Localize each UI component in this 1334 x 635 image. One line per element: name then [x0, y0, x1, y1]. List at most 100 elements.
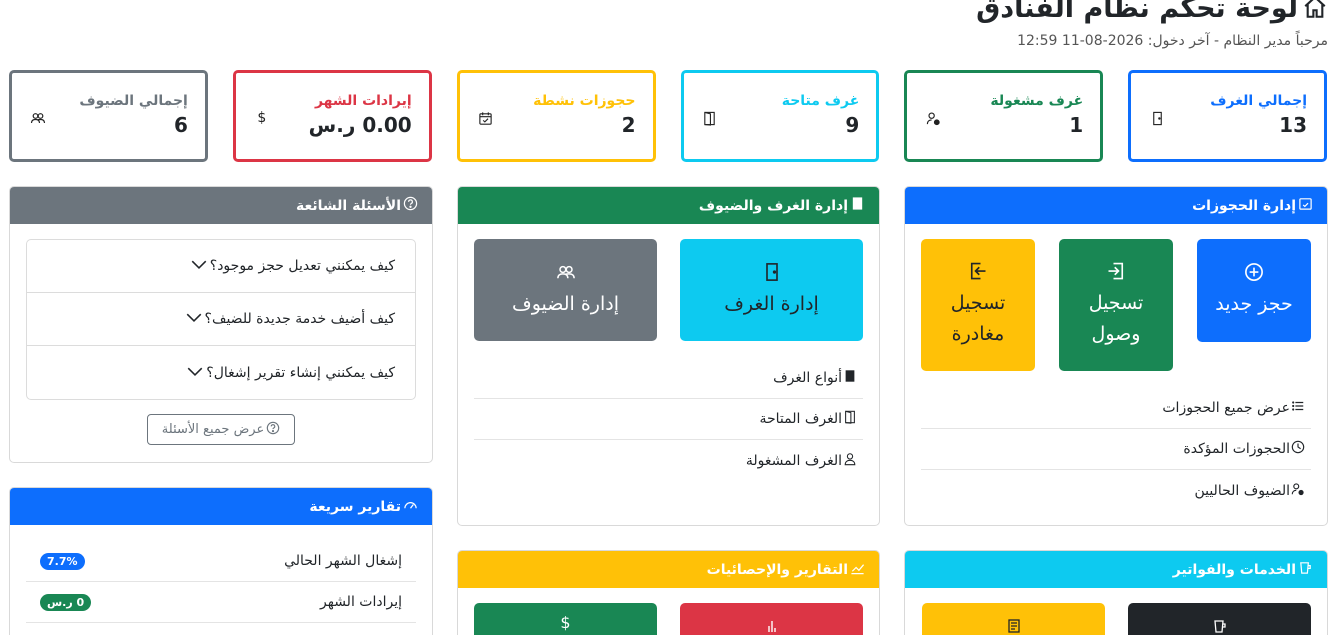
link-label: أنواع الغرف [773, 370, 842, 386]
link-label: الحجوزات المؤكدة [1183, 441, 1290, 457]
report-label: إيرادات الشهر [320, 594, 402, 610]
link-room-types[interactable]: أنواع الغرف [474, 358, 863, 399]
view-all-faq-button[interactable]: عرض جميع الأسئلة [147, 414, 295, 445]
check-out-button[interactable]: تسجيل مغادرة [921, 239, 1035, 371]
stat-value: 0.00 ر.س [308, 113, 412, 137]
house-icon [1300, 0, 1328, 22]
bookings-card-header: إدارة الحجوزات [905, 187, 1327, 224]
card-title: إدارة الغرف والضيوف [698, 197, 848, 214]
door-closed-icon [1148, 109, 1166, 127]
services-card-header: الخدمات والفواتير [905, 551, 1327, 588]
cup-icon [1298, 560, 1313, 579]
status-badge: 0 ر.س [40, 593, 92, 611]
stat-card-active-bookings[interactable]: حجوزات نشطة 2 [456, 70, 656, 162]
card-title: الأسئلة الشائعة [296, 197, 401, 214]
door-open-icon [843, 410, 857, 428]
plus-circle-icon [1243, 261, 1265, 283]
stat-label: غرف متاحة [781, 93, 860, 109]
stat-card-occupied-rooms[interactable]: غرف مشغولة 1 [904, 70, 1104, 162]
welcome-subtitle: مرحباً مدير النظام - آخر دخول: 2026-08-1… [1017, 33, 1328, 49]
manage-rooms-button[interactable]: إدارة الغرف [680, 239, 863, 341]
faq-item[interactable]: كيف يمكنني إنشاء تقرير إشغال؟ [27, 346, 415, 399]
report-row-revenue: إيرادات الشهر 0 ر.س [26, 582, 416, 623]
link-label: الضيوف الحاليين [1194, 482, 1290, 499]
quick-reports-card: تقارير سريعة إشغال الشهر الحالي 7.7% إير… [9, 487, 433, 635]
new-booking-button[interactable]: حجز جديد [1197, 239, 1311, 342]
stat-value: 9 [845, 113, 860, 137]
stat-card-monthly-revenue[interactable]: إيرادات الشهر 0.00 ر.س $ [232, 70, 432, 162]
link-confirmed-bookings[interactable]: الحجوزات المؤكدة [921, 429, 1311, 470]
graph-up-icon [850, 560, 865, 579]
faq-question: كيف يمكنني إنشاء تقرير إشغال؟ [206, 364, 395, 381]
faq-card: الأسئلة الشائعة كيف يمكنني تعديل حجز موج… [9, 186, 433, 463]
stat-label: غرف مشغولة [990, 93, 1084, 109]
bookings-card: إدارة الحجوزات حجز جديد تسجيل وصول تسجيل… [904, 186, 1328, 526]
link-all-bookings[interactable]: عرض جميع الحجوزات [921, 388, 1311, 429]
calendar-check-icon [1298, 196, 1313, 215]
stat-label: إيرادات الشهر [314, 93, 412, 109]
stat-card-total-guests[interactable]: إجمالي الضيوف 6 [9, 70, 208, 162]
faq-item[interactable]: كيف يمكنني تعديل حجز موجود؟ [27, 240, 415, 293]
list-icon [1291, 399, 1305, 417]
reports-stats-card: التقارير والإحصائيات $ [457, 550, 880, 635]
stats-row: إجمالي الغرف 13 غرف مشغولة 1 غرف متاحة 9… [9, 70, 1327, 162]
stat-value: 13 [1279, 113, 1307, 137]
box-arrow-out-icon [967, 260, 989, 282]
page-header: لوحة تحكم نظام الفنادق [0, 0, 1328, 28]
question-circle-icon [403, 196, 418, 215]
receipt-icon [1006, 613, 1022, 635]
bookings-links: عرض جميع الحجوزات الحجوزات المؤكدة الضيو… [921, 388, 1311, 511]
people-icon [29, 109, 47, 127]
faq-item[interactable]: كيف أضيف خدمة جديدة للضيف؟ [27, 293, 415, 346]
stat-value: 6 [173, 113, 188, 137]
stat-card-available-rooms[interactable]: غرف متاحة 9 [680, 70, 880, 162]
reports-tile-green[interactable]: $ [474, 603, 657, 635]
faq-accordion: كيف يمكنني تعديل حجز موجود؟ كيف أضيف خدم… [26, 239, 416, 400]
page-title: لوحة تحكم نظام الفنادق [0, 0, 1328, 28]
stat-label: حجوزات نشطة [533, 93, 636, 109]
status-badge: 7.7% [40, 552, 85, 570]
chevron-down-icon [186, 362, 204, 384]
report-row-partial [26, 623, 416, 635]
tile-label: تسجيل وصول [1088, 292, 1144, 345]
tile-label: حجز جديد [1215, 293, 1293, 315]
manage-guests-button[interactable]: إدارة الضيوف [474, 239, 657, 341]
box-arrow-in-icon [1105, 260, 1127, 282]
clock-icon [1291, 440, 1305, 458]
stat-value: 2 [621, 113, 636, 137]
services-tile-dark[interactable] [1128, 603, 1311, 635]
stat-card-total-rooms[interactable]: إجمالي الغرف 13 [1128, 70, 1327, 162]
link-label: الغرف المتاحة [759, 411, 843, 427]
card-title: تقارير سريعة [309, 498, 401, 515]
chevron-down-icon [190, 255, 208, 277]
stat-value: 1 [1069, 113, 1084, 137]
quick-reports-header: تقارير سريعة [10, 488, 432, 525]
dollar-icon: $ [257, 110, 267, 126]
cup-icon [1212, 613, 1228, 635]
rooms-guests-card: إدارة الغرف والضيوف إدارة الغرف إدارة ال… [457, 186, 880, 526]
reports-tile-red[interactable] [680, 603, 863, 635]
card-title: إدارة الحجوزات [1192, 197, 1296, 214]
faq-question: كيف أضيف خدمة جديدة للضيف؟ [204, 311, 395, 327]
link-available-rooms[interactable]: الغرف المتاحة [474, 399, 863, 440]
reports-card-header: التقارير والإحصائيات [458, 551, 879, 588]
button-label: عرض جميع الأسئلة [161, 422, 265, 437]
tile-label: إدارة الضيوف [512, 292, 619, 315]
link-label: الغرف المشغولة [745, 452, 842, 469]
building-icon [850, 196, 865, 215]
card-title: الخدمات والفواتير [1172, 561, 1296, 578]
card-title: التقارير والإحصائيات [706, 561, 848, 578]
check-in-button[interactable]: تسجيل وصول [1059, 239, 1173, 371]
calendar-check-icon [477, 109, 495, 127]
tile-label: إدارة الغرف [724, 292, 819, 315]
services-tile-yellow[interactable] [922, 603, 1105, 635]
faq-question: كيف يمكنني تعديل حجز موجود؟ [209, 258, 395, 274]
question-circle-icon [266, 421, 280, 439]
link-label: عرض جميع الحجوزات [1162, 400, 1290, 416]
person-icon [843, 452, 857, 470]
stat-label: إجمالي الغرف [1210, 93, 1307, 109]
speedometer-icon [403, 497, 418, 516]
link-current-guests[interactable]: الضيوف الحاليين [921, 470, 1311, 511]
link-occupied-rooms[interactable]: الغرف المشغولة [474, 440, 863, 481]
services-invoices-card: الخدمات والفواتير [904, 550, 1328, 635]
